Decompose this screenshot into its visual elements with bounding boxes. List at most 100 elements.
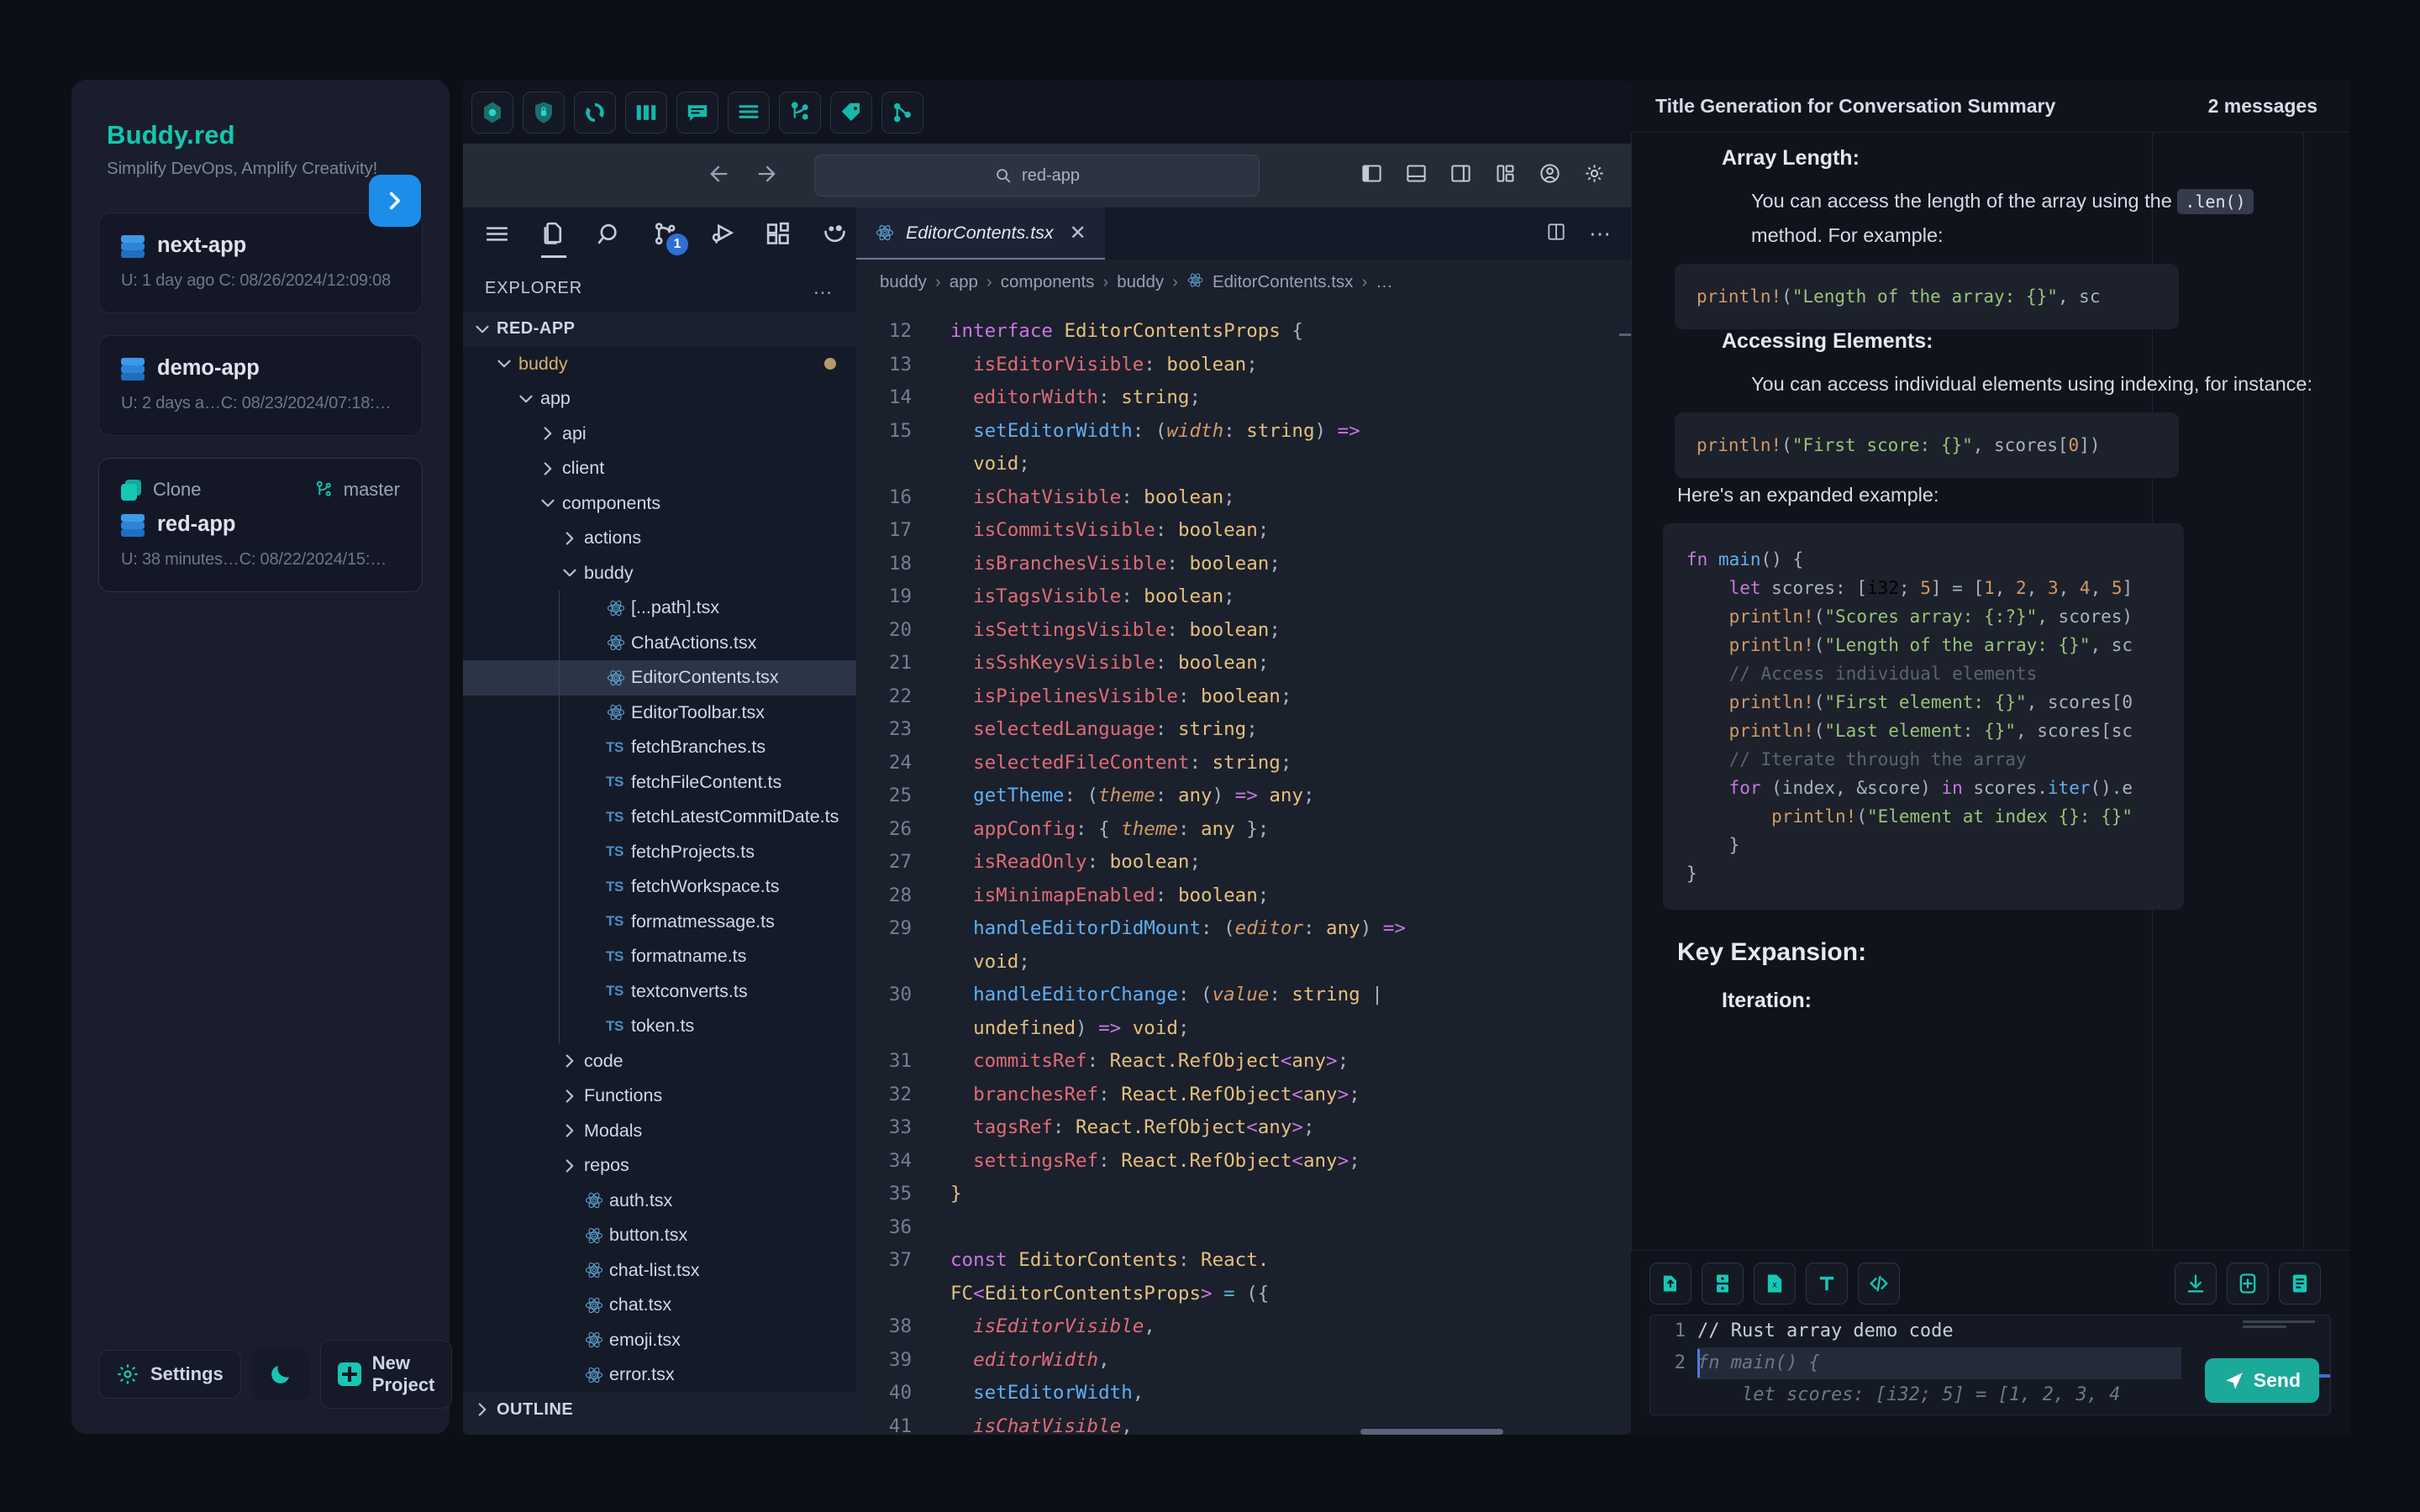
- merge-icon[interactable]: [881, 91, 923, 134]
- tree-item-formatname-ts[interactable]: TS formatname.ts: [463, 939, 856, 974]
- toggle-secondary-sidebar-icon[interactable]: [1449, 162, 1472, 189]
- project-card-demo-app[interactable]: demo-app U: 2 days a…C: 08/23/2024/07:18…: [98, 335, 423, 436]
- command-search-bar[interactable]: red-app: [814, 155, 1260, 197]
- chat-messages[interactable]: Array Length: You can access the length o…: [1631, 133, 2349, 1302]
- breadcrumb-item[interactable]: components: [1001, 272, 1095, 292]
- tree-item-code[interactable]: code: [463, 1044, 856, 1079]
- comment-icon[interactable]: [676, 91, 718, 134]
- theme-toggle-button[interactable]: [251, 1349, 309, 1399]
- tree-item-chat-tsx[interactable]: chat.tsx: [463, 1288, 856, 1323]
- tree-item-fetchworkspace-ts[interactable]: TS fetchWorkspace.ts: [463, 869, 856, 905]
- shield-lock-icon[interactable]: [523, 91, 565, 134]
- chevron-right-icon[interactable]: [369, 175, 421, 227]
- sidebar-item-remote[interactable]: [821, 220, 849, 248]
- tree-item-fetchbranches-ts[interactable]: TS fetchBranches.ts: [463, 730, 856, 765]
- breadcrumb-item[interactable]: buddy: [880, 272, 927, 292]
- tree-item-label: [...path].tsx: [631, 597, 720, 618]
- tree-item-button-tsx[interactable]: button.tsx: [463, 1218, 856, 1253]
- more-actions-icon[interactable]: ⋯: [1589, 221, 1612, 247]
- tree-item-editorcontents-tsx[interactable]: EditorContents.tsx: [463, 660, 856, 696]
- project-card-next-app[interactable]: next-app U: 1 day ago C: 08/26/2024/12:0…: [98, 213, 423, 313]
- download-icon[interactable]: [2175, 1263, 2217, 1305]
- tree-item-fetchprojects-ts[interactable]: TS fetchProjects.ts: [463, 834, 856, 869]
- breadcrumb-item[interactable]: app: [950, 272, 978, 292]
- tree-section-red-app[interactable]: RED-APP: [463, 312, 856, 347]
- project-card-red-app[interactable]: Clone master red-app U: 38 minutes…C: 08…: [98, 458, 423, 592]
- sidebar-item-source-control[interactable]: 1: [652, 220, 688, 255]
- tree-item-actions[interactable]: actions: [463, 521, 856, 556]
- tree-item-emoji-tsx[interactable]: emoji.tsx: [463, 1323, 856, 1358]
- tree-item-token-ts[interactable]: TS token.ts: [463, 1009, 856, 1044]
- typescript-icon: TS: [606, 913, 623, 930]
- refresh-cycle-icon[interactable]: [574, 91, 616, 134]
- tree-item-client[interactable]: client: [463, 451, 856, 486]
- tree-item-label: Functions: [584, 1085, 663, 1106]
- tree-item-fetchfilecontent-ts[interactable]: TS fetchFileContent.ts: [463, 764, 856, 800]
- toggle-panel-icon[interactable]: [1405, 162, 1428, 189]
- send-button[interactable]: Send: [2204, 1358, 2319, 1403]
- customize-layout-icon[interactable]: [1494, 162, 1517, 189]
- tree-item-chatactions-tsx[interactable]: ChatActions.tsx: [463, 625, 856, 660]
- branch-indicator[interactable]: master: [313, 479, 400, 501]
- split-editor-icon[interactable]: [1545, 221, 1567, 247]
- plus-square-icon: [337, 1362, 361, 1386]
- tree-item-functions[interactable]: Functions: [463, 1079, 856, 1114]
- tree-item-app[interactable]: app: [463, 381, 856, 417]
- branch-icon[interactable]: [779, 91, 821, 134]
- tree-item-chat-list-tsx[interactable]: chat-list.tsx: [463, 1253, 856, 1289]
- sidebar-item-search[interactable]: [596, 220, 623, 248]
- code-line: FC<EditorContentsProps> = ({: [856, 1278, 1631, 1311]
- tree-section-timeline[interactable]: TIMELINE: [463, 1427, 856, 1435]
- tree-item-repos[interactable]: repos: [463, 1148, 856, 1184]
- breadcrumb-item[interactable]: buddy: [1117, 272, 1164, 292]
- sidebar-item-run-debug[interactable]: [708, 220, 736, 248]
- list-lines-icon[interactable]: [728, 91, 770, 134]
- breadcrumb-separator: ›: [1361, 272, 1368, 291]
- add-box-icon[interactable]: [2227, 1263, 2269, 1305]
- tree-item--path-tsx[interactable]: [...path].tsx: [463, 591, 856, 626]
- tree-item-textconverts-ts[interactable]: TS textconverts.ts: [463, 974, 856, 1009]
- tree-item-components[interactable]: components: [463, 486, 856, 522]
- arrow-left-icon[interactable]: [707, 162, 730, 190]
- typescript-icon: TS: [606, 948, 623, 964]
- upload-file-icon[interactable]: [1649, 1263, 1691, 1305]
- clone-button[interactable]: Clone: [121, 479, 201, 501]
- code-viewport[interactable]: 12 interface EditorContentsProps {13 isEd…: [856, 305, 1631, 1435]
- text-format-icon[interactable]: [1806, 1263, 1848, 1305]
- tag-icon[interactable]: [830, 91, 872, 134]
- tree-item-fetchlatestcommitdate-ts[interactable]: TS fetchLatestCommitDate.ts: [463, 800, 856, 835]
- toggle-primary-sidebar-icon[interactable]: [1360, 162, 1383, 189]
- tree-item-error-tsx[interactable]: error.tsx: [463, 1357, 856, 1393]
- tree-item-buddy[interactable]: buddy: [463, 347, 856, 382]
- line-content: isSettingsVisible: boolean;: [973, 618, 1281, 641]
- settings-gear-icon[interactable]: [1583, 162, 1606, 189]
- tree-item-api[interactable]: api: [463, 417, 856, 452]
- branch-name: master: [343, 479, 400, 500]
- tab-editor-contents[interactable]: EditorContents.tsx ✕: [856, 207, 1105, 260]
- tree-section-outline[interactable]: OUTLINE: [463, 1392, 856, 1427]
- new-project-button[interactable]: New Project: [319, 1340, 453, 1409]
- explorer-more-icon[interactable]: …: [813, 276, 834, 300]
- sidebar-item-explorer[interactable]: [539, 220, 567, 258]
- breadcrumb-item[interactable]: EditorContents.tsx: [1213, 272, 1354, 292]
- columns-icon[interactable]: [625, 91, 667, 134]
- breadcrumb-item[interactable]: …: [1376, 272, 1393, 292]
- tree-item-editortoolbar-tsx[interactable]: EditorToolbar.tsx: [463, 695, 856, 730]
- code-snippet-icon[interactable]: [1858, 1263, 1900, 1305]
- tree-item-auth-tsx[interactable]: auth.tsx: [463, 1184, 856, 1219]
- hexagon-icon[interactable]: [471, 91, 513, 134]
- react-icon: [606, 598, 631, 618]
- settings-button[interactable]: Settings: [98, 1350, 241, 1399]
- arrow-right-icon[interactable]: [755, 162, 779, 190]
- tree-item-buddy[interactable]: buddy: [463, 556, 856, 591]
- excel-file-icon[interactable]: x: [1754, 1263, 1796, 1305]
- tree-item-formatmessage-ts[interactable]: TS formatmessage.ts: [463, 904, 856, 939]
- horizontal-scrollbar[interactable]: [1360, 1429, 1503, 1435]
- notes-icon[interactable]: [2279, 1263, 2321, 1305]
- tree-item-modals[interactable]: Modals: [463, 1114, 856, 1149]
- sidebar-item-extensions[interactable]: [765, 220, 792, 248]
- menu-icon[interactable]: [483, 220, 511, 248]
- account-icon[interactable]: [1539, 162, 1561, 189]
- close-icon[interactable]: ✕: [1070, 221, 1086, 245]
- database-icon[interactable]: [1702, 1263, 1744, 1305]
